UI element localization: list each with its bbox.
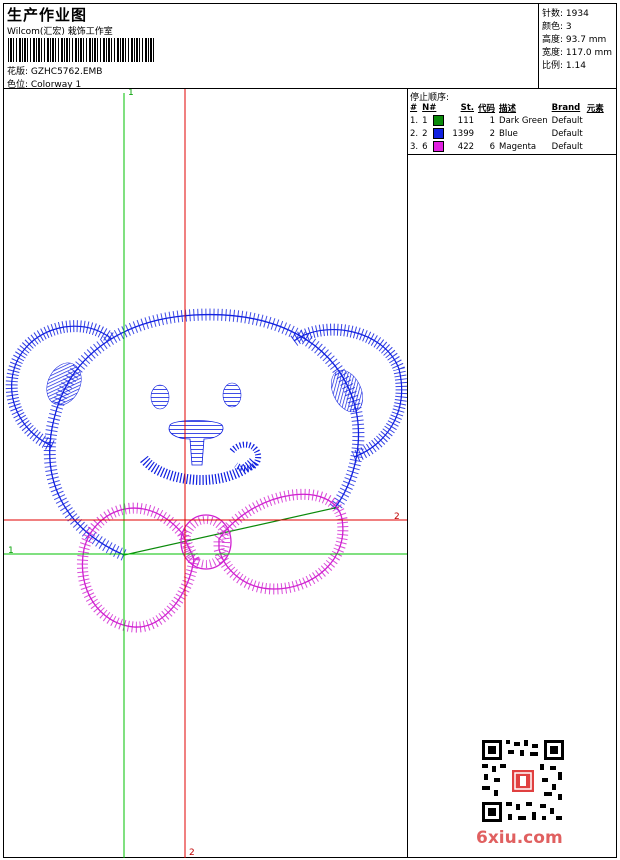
row-stitches: 422 [457,141,475,152]
guide-label-h-red: 2 [394,512,400,522]
needle-number: 2 [422,129,428,139]
row-description: Magenta [499,141,537,152]
stat-stitches: 针数: 1934 [542,9,589,19]
guide-label-v-red: 2 [189,848,195,858]
row-index: 1. [410,115,419,126]
row-needle: 1 [420,114,450,127]
studio-name: Wilcom(汇宏) 栽饰工作室 [7,27,113,37]
bear-right-eye [222,382,242,408]
stat-width: 宽度: 117.0 mm [542,48,613,58]
design-file: 花版: GZHC5762.EMB [7,67,103,77]
row-code: 1 [489,115,496,126]
guide-label-h-green: 1 [8,546,14,556]
bear-left-ear [5,320,116,452]
col-index: # [410,102,418,113]
row-element [585,140,606,153]
row-index: 3. [410,141,419,152]
table-row: 1. 1 111 1 Dark Green Default [408,114,606,127]
color-swatch [432,141,444,152]
embroidery-preview: 1 1 2 2 [4,89,407,858]
row-description: Dark Green [499,115,548,126]
col-element: 元素 [586,103,604,114]
row-brand: Default [551,141,583,152]
row-index: 2. [410,128,419,139]
row-code: 2 [489,128,496,139]
row-element [585,127,606,140]
guide-label-v-green: 1 [128,89,134,98]
stat-height: 高度: 93.7 mm [542,35,607,45]
guide-lines: 1 1 2 2 [4,89,407,858]
bear-left-eye [150,384,170,410]
col-needle: N# [422,102,437,113]
row-needle: 2 [420,127,450,140]
bear-right-ear [290,323,407,463]
bear-nose [168,420,224,466]
table-header-row: # N# St. 代码 描述 Brand 元素 [408,101,606,114]
page-title: 生产作业图 [7,6,88,24]
row-brand: Default [551,115,583,126]
design-stats: 针数: 1934 颜色: 3 高度: 93.7 mm 宽度: 117.0 mm … [538,4,617,88]
row-stitches: 1399 [452,128,475,139]
row-brand: Default [551,128,583,139]
panel-divider [407,88,408,858]
qr-code [480,738,566,824]
color-swatch [432,128,444,139]
col-description: 描述 [499,103,517,114]
row-description: Blue [499,128,518,139]
row-stitches: 111 [457,115,475,126]
stop-sequence-table: # N# St. 代码 描述 Brand 元素 1. 1 111 1 Dark … [408,101,606,153]
row-element [585,114,606,127]
row-needle: 6 [420,140,450,153]
barcode [8,38,156,62]
watermark-logo: 6xiu.com [476,828,563,848]
stop-table-divider [407,154,616,155]
table-row: 3. 6 422 6 Magenta Default [408,140,606,153]
stat-scale: 比例: 1.14 [542,61,586,71]
needle-number: 6 [422,142,428,152]
needle-number: 1 [422,116,428,126]
header-info: 生产作业图 Wilcom(汇宏) 栽饰工作室 花版: GZHC5762.EMB … [4,4,538,90]
table-row: 2. 2 1399 2 Blue Default [408,127,606,140]
bear-bow [77,488,349,633]
col-stitches: St. [460,102,475,113]
col-code: 代码 [478,103,496,114]
row-code: 6 [489,141,496,152]
color-swatch [432,115,444,126]
col-brand: Brand [551,102,581,113]
stat-colors: 颜色: 3 [542,22,572,32]
